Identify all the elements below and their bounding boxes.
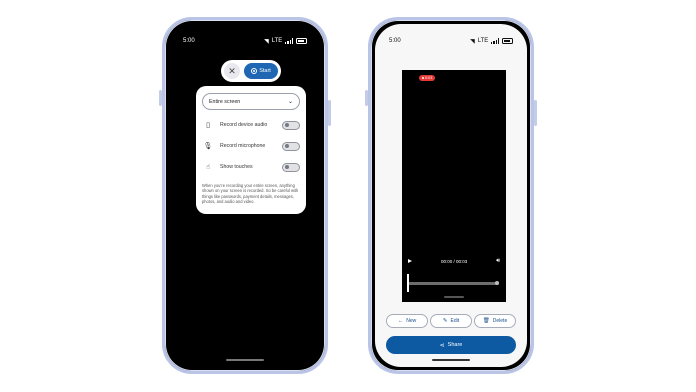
microphone-toggle[interactable] [282,141,300,151]
microphone-icon: 🎙︎ [203,143,213,150]
battery-icon [502,37,513,45]
record-icon [251,68,258,74]
left-phone: 5:00 ◥ LTE ✕ Start Entire screen ⌄ ▯ Rec… [159,17,331,374]
status-bar: 5:00 ◥ LTE [389,36,513,46]
chevron-down-icon: ⌄ [287,99,293,105]
wifi-icon: ◥ [470,38,475,45]
share-icon: ⋖ [439,342,445,349]
recording-warning-text: When you’re recording your entire screen… [202,183,299,205]
side-button [534,100,537,126]
network-label: LTE [271,38,283,44]
delete-button[interactable]: 🗑︎ Delete [474,314,516,328]
recording-options-card: Entire screen ⌄ ▯ Record device audio 🎙︎… [196,86,306,214]
recording-duration-badge: 0:03 [419,75,436,81]
play-icon[interactable] [408,259,412,263]
signal-icon [285,38,293,44]
status-time: 5:00 [183,38,195,44]
edit-icon: ✎ [442,318,448,324]
signal-icon [491,38,499,44]
option-record-microphone: 🎙︎ Record microphone [202,140,300,152]
wifi-icon: ◥ [264,38,269,45]
option-show-touches: ☝ Show touches [202,161,300,173]
start-button[interactable]: Start [244,63,278,79]
recording-control-pill: ✕ Start [221,60,281,82]
start-label: Start [259,68,271,74]
home-indicator[interactable] [226,359,264,361]
home-indicator[interactable] [432,359,470,361]
edit-button[interactable]: ✎ Edit [430,314,472,328]
status-bar: 5:00 ◥ LTE [183,36,307,46]
side-button [159,90,162,106]
video-scrubber[interactable] [408,282,499,285]
record-scope-dropdown[interactable]: Entire screen ⌄ [202,93,300,110]
action-row: ← New ✎ Edit 🗑︎ Delete [386,314,516,328]
right-screen: 5:00 ◥ LTE 0:03 00:00 / 00:03 🔊︎ ← New ✎… [375,24,527,367]
option-record-device-audio: ▯ Record device audio [202,119,300,131]
side-button [328,100,331,126]
scrubber-end-dot [495,281,499,285]
phone-icon: ▯ [206,122,210,129]
device-audio-toggle[interactable] [282,120,300,130]
option-label: Record device audio [220,122,268,128]
scrubber-handle[interactable] [407,274,409,292]
new-button[interactable]: ← New [386,314,428,328]
right-phone: 5:00 ◥ LTE 0:03 00:00 / 00:03 🔊︎ ← New ✎… [365,17,537,374]
left-screen: 5:00 ◥ LTE ✕ Start Entire screen ⌄ ▯ Rec… [169,24,321,367]
dropdown-value: Entire screen [209,98,241,105]
video-preview[interactable]: 0:03 00:00 / 00:03 🔊︎ [402,70,506,302]
option-label: Show touches [220,164,253,170]
option-label: Record microphone [220,143,266,149]
battery-icon [296,37,307,45]
close-button[interactable]: ✕ [224,63,240,79]
video-time-label: 00:00 / 00:03 [440,258,468,264]
touch-icon: ☝ [205,164,211,171]
delete-label: Delete [492,318,508,324]
share-label: Share [447,342,463,348]
video-controls: 00:00 / 00:03 🔊︎ [402,256,506,266]
delete-icon: 🗑︎ [482,318,490,324]
video-home-indicator [444,296,464,298]
edit-label: Edit [450,318,460,324]
share-button[interactable]: ⋖ Share [386,336,516,354]
close-icon: ✕ [228,65,236,76]
network-label: LTE [477,38,489,44]
show-touches-toggle[interactable] [282,162,300,172]
side-button [365,90,368,106]
arrow-left-icon: ← [397,318,404,324]
status-time: 5:00 [389,38,401,44]
new-label: New [406,318,417,324]
volume-icon[interactable]: 🔊︎ [496,258,500,265]
